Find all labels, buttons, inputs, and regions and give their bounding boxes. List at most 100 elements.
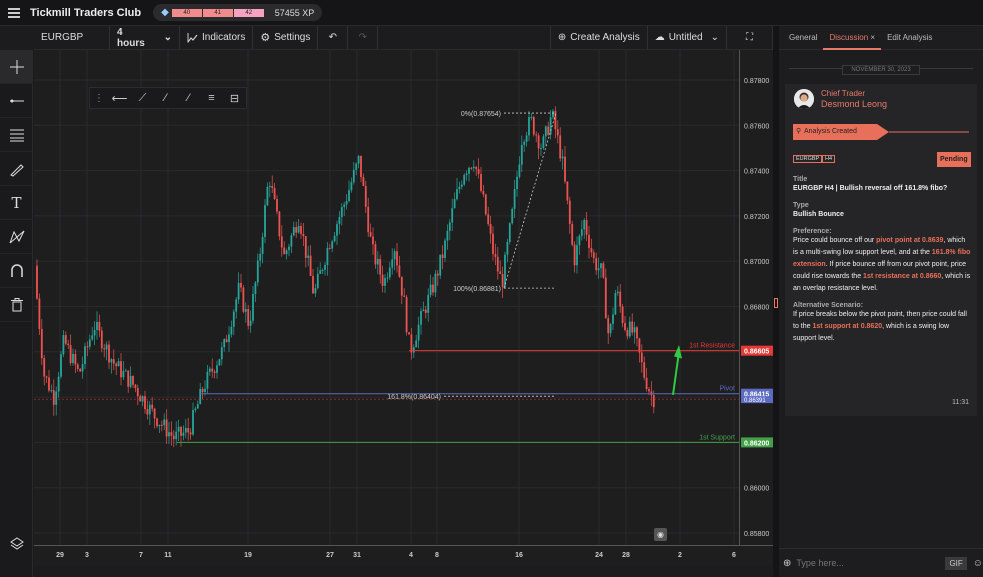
pattern-icon — [9, 230, 24, 243]
time-tick-label: 11 — [164, 552, 172, 559]
candle-body — [67, 343, 70, 346]
candle-body — [36, 265, 38, 299]
candle-body — [55, 391, 58, 405]
layers-button[interactable] — [0, 532, 33, 556]
delete-tool[interactable] — [0, 288, 33, 322]
time-tick-label: 28 — [622, 552, 630, 559]
candle-body — [427, 294, 430, 313]
candle-body — [583, 220, 586, 230]
candle-body — [196, 403, 199, 409]
chart-area[interactable]: 1st Resistance Pivot 1st Support 0%(0.87654… — [34, 50, 739, 545]
fullscreen-button[interactable]: ⛶ — [727, 25, 773, 50]
candle-body — [283, 247, 286, 255]
add-icon[interactable]: ⊕ — [783, 558, 791, 569]
candle-body — [360, 155, 362, 178]
drag-handle-icon[interactable]: ⋮ — [90, 93, 108, 104]
price-chart[interactable]: 1st Resistance Pivot 1st Support 0%(0.87654… — [34, 50, 739, 545]
candle-body — [451, 208, 454, 223]
candle-body — [600, 263, 602, 269]
regression-icon[interactable]: ⊟ — [223, 92, 246, 105]
gif-button[interactable]: GIF — [945, 556, 967, 570]
candle-body — [136, 388, 139, 397]
emoji-icon[interactable]: ☺ — [973, 558, 983, 569]
candle-body — [458, 186, 461, 190]
candle-body — [84, 346, 86, 365]
candle-body — [69, 345, 72, 364]
line-tool-icon[interactable]: ⟵ — [108, 92, 131, 105]
settings-button[interactable]: ⚙ Settings — [253, 25, 319, 50]
xp-progress[interactable]: ◆ 40 41 42 57455 XP — [153, 4, 323, 21]
candle-body — [129, 375, 132, 387]
crosshair-tool[interactable] — [0, 50, 33, 84]
symbol-tag: EURGBP — [793, 155, 823, 163]
candle-body — [340, 207, 343, 218]
tab-edit-analysis[interactable]: Edit Analysis — [881, 26, 938, 50]
alternative-text: If price breaks below the pivot point, t… — [793, 309, 971, 345]
timeframe-selector[interactable]: 4 hours ⌄ — [110, 25, 180, 50]
candle-body — [568, 200, 571, 225]
message-input[interactable] — [796, 558, 944, 568]
candle-body — [520, 144, 523, 165]
candle-body — [391, 259, 394, 268]
candle-body — [472, 166, 475, 169]
tab-discussion[interactable]: Discussion × — [823, 26, 882, 50]
screenshot-icon[interactable]: ◉ — [654, 528, 667, 541]
horizontal-line-tool[interactable] — [0, 84, 33, 118]
tab-general[interactable]: General — [783, 26, 823, 50]
crosshair-icon — [9, 59, 24, 74]
candle-body — [484, 194, 487, 215]
pattern-tool[interactable] — [0, 220, 33, 254]
text-tool[interactable]: T — [0, 186, 33, 220]
candle-body — [628, 321, 631, 337]
trendline-icon[interactable]: ⟋ — [131, 92, 154, 105]
fib-tool[interactable] — [0, 118, 33, 152]
candle-body — [372, 236, 374, 245]
candle-body — [110, 359, 113, 363]
horizontal-line-icon — [9, 99, 24, 102]
price-axis[interactable]: 0.87800 0.87600 0.87400 0.87200 0.87000 0.868… — [739, 50, 773, 545]
candle-body — [45, 376, 48, 378]
time-axis[interactable]: 29 3 7 11 19 27 31 4 8 16 24 28 2 6 — [34, 545, 773, 565]
indicators-button[interactable]: Indicators — [180, 25, 254, 50]
extended-line-icon[interactable]: ⁄ — [177, 92, 200, 104]
candle-body — [60, 354, 62, 377]
candle-body — [52, 390, 55, 405]
candle-body — [643, 362, 646, 378]
close-icon[interactable]: × — [870, 33, 875, 42]
preference-label: Preference: — [793, 228, 832, 235]
fib-trend-line — [503, 112, 557, 289]
brush-tool[interactable] — [0, 152, 33, 186]
top-bar: Tickmill Traders Club ◆ 40 41 42 57455 X… — [0, 0, 983, 26]
candle-body — [264, 205, 266, 238]
menu-icon[interactable] — [8, 8, 20, 18]
candle-body — [72, 353, 74, 364]
redo-button[interactable]: ↷ — [348, 25, 379, 50]
message-bar: ⊕ GIF ☺ — [779, 548, 983, 577]
candle-body — [417, 324, 420, 341]
candle-body — [400, 276, 403, 296]
author-name[interactable]: Desmond Leong — [821, 99, 887, 109]
candle-body — [350, 182, 353, 191]
date-separator: NOVEMBER 30, 2023 — [779, 62, 983, 75]
candle-body — [475, 166, 478, 170]
candle-body — [441, 254, 444, 258]
candle-body — [319, 270, 322, 274]
candle-body — [626, 329, 629, 337]
candle-body — [302, 233, 305, 237]
avatar[interactable] — [794, 89, 814, 109]
candle-body — [194, 408, 197, 411]
splitter-handle[interactable] — [774, 298, 778, 308]
candle-body — [163, 419, 166, 426]
create-analysis-button[interactable]: ⊕ Create Analysis — [549, 25, 648, 50]
undo-button[interactable]: ↶ — [318, 25, 349, 50]
magnet-tool[interactable] — [0, 254, 33, 288]
candle-body — [38, 298, 41, 330]
layout-selector[interactable]: ☁ Untitled ⌄ — [648, 25, 727, 50]
parallel-channel-icon[interactable]: ≡ — [200, 92, 223, 104]
candle-body — [422, 309, 425, 312]
ray-icon[interactable]: ∕ — [154, 92, 177, 104]
candle-body — [612, 314, 614, 324]
symbol-selector[interactable]: EURGBP — [34, 25, 110, 50]
candle-body — [547, 126, 550, 135]
date-label: NOVEMBER 30, 2023 — [842, 65, 920, 75]
